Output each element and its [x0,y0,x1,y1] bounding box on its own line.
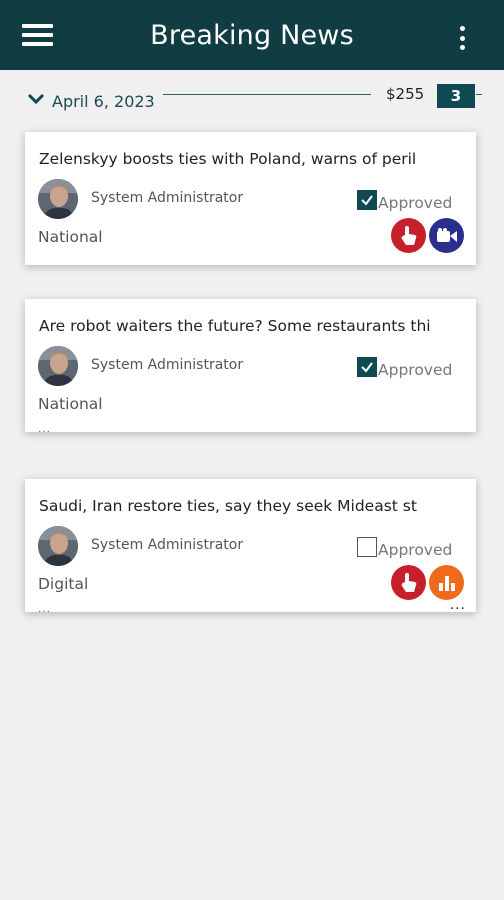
avatar [38,179,78,219]
more-options-icon[interactable]: ... [450,597,466,613]
avatar [38,346,78,386]
category-label: Digital [38,575,89,593]
approved-label: Approved [378,361,453,379]
app-bar: Breaking News [0,0,504,70]
truncation-ellipsis: ... [38,601,52,615]
checkbox-checked-icon[interactable] [357,357,377,377]
badge-group [391,565,464,600]
news-title: Are robot waiters the future? Some resta… [39,317,431,335]
badge-group [391,218,464,253]
news-title: Zelenskyy boosts ties with Poland, warns… [39,150,417,168]
category-label: National [38,228,103,246]
approved-label: Approved [378,541,453,559]
truncation-ellipsis: ... [38,421,52,435]
author-name: System Administrator [91,357,244,373]
news-card[interactable]: Saudi, Iran restore ties, say they seek … [25,479,476,615]
news-card[interactable]: Zelenskyy boosts ties with Poland, warns… [25,132,476,265]
category-label: National [38,395,103,413]
hand-pointer-icon[interactable] [391,218,426,253]
author-name: System Administrator [91,537,244,553]
hand-pointer-icon[interactable] [391,565,426,600]
approved-checkbox[interactable]: Approved [357,189,453,212]
bar-chart-icon[interactable] [429,565,464,600]
checkbox-checked-icon[interactable] [357,190,377,210]
vertical-ellipsis-icon[interactable] [455,26,469,50]
news-title: Saudi, Iran restore ties, say they seek … [39,497,417,515]
divider [163,94,371,95]
group-date: April 6, 2023 [52,92,155,111]
group-amount: $255 [386,85,425,103]
approved-checkbox[interactable]: Approved [357,536,453,559]
avatar [38,526,78,566]
checkbox-unchecked-icon[interactable] [357,537,377,557]
approved-checkbox[interactable]: Approved [357,356,453,379]
group-count-badge: 3 [437,84,475,108]
date-group-header[interactable]: April 6, 2023 [0,82,504,118]
divider [476,94,482,95]
page-title: Breaking News [150,20,354,51]
approved-label: Approved [378,194,453,212]
video-camera-icon[interactable] [429,218,464,253]
chevron-down-icon[interactable] [27,92,45,106]
news-card[interactable]: Are robot waiters the future? Some resta… [25,299,476,435]
author-name: System Administrator [91,190,244,206]
